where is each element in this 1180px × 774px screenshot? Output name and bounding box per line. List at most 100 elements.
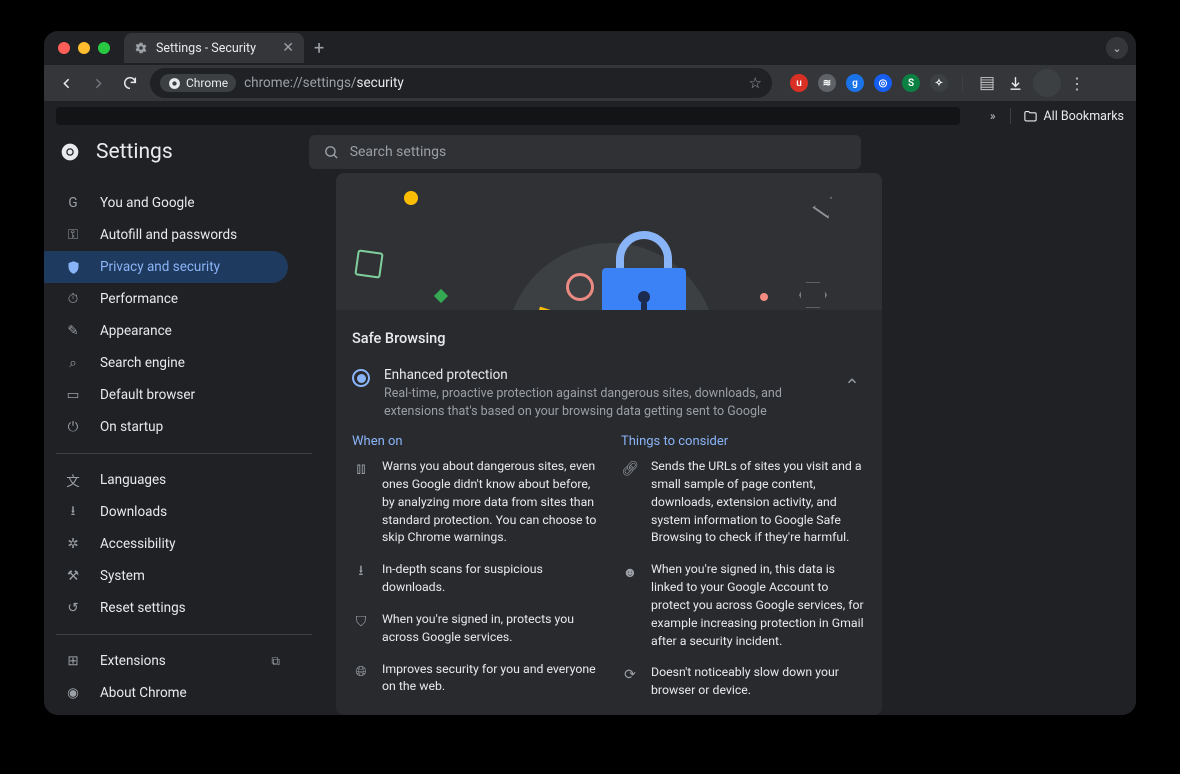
address-bar[interactable]: Chrome chrome://settings/security ☆: [150, 68, 772, 98]
feature-columns: When on ⫾⫾Warns you about dangerous site…: [336, 434, 882, 715]
new-tab-button[interactable]: +: [314, 38, 324, 59]
sidebar-separator: [56, 453, 312, 454]
speedometer-icon: ⏱: [64, 290, 82, 308]
browser-window: Settings - Security ✕ + ⌄ Chrome chrome:…: [44, 31, 1136, 715]
menu-button[interactable]: ⋮: [1069, 74, 1085, 93]
chart-icon: ⫾⫾: [352, 460, 370, 478]
sidebar-item-privacy-security[interactable]: Privacy and security: [44, 251, 288, 283]
user-icon: G: [64, 194, 82, 212]
downloads-icon[interactable]: [1005, 73, 1025, 93]
sidebar-item-appearance[interactable]: ✎Appearance: [44, 315, 288, 347]
search-icon: [323, 144, 340, 161]
enhanced-protection-option[interactable]: Enhanced protection Real-time, proactive…: [336, 357, 882, 434]
extension-icon-2[interactable]: ≋: [818, 74, 836, 92]
tab-search-button[interactable]: ⌄: [1106, 37, 1128, 59]
sidebar-item-you-and-google[interactable]: GYou and Google: [44, 187, 288, 219]
globe-icon: 🌐︎: [352, 663, 370, 681]
browser-tab[interactable]: Settings - Security ✕: [124, 33, 304, 63]
feature-item: ⛉When you're signed in, protects you acr…: [352, 612, 597, 648]
chrome-icon: ◉: [64, 684, 82, 702]
speed-icon: ⟳: [621, 666, 639, 684]
security-panel: Safe Browsing Enhanced protection Real-t…: [336, 173, 882, 715]
search-settings-input[interactable]: Search settings: [309, 135, 861, 169]
window-controls: [58, 42, 110, 54]
shield-icon: ⛉: [352, 613, 370, 631]
close-window-button[interactable]: [58, 42, 70, 54]
shield-icon: [64, 258, 82, 276]
gear-icon: [134, 41, 148, 55]
tab-title: Settings - Security: [156, 41, 256, 56]
power-icon: ⏻: [64, 418, 82, 436]
sidebar-item-about[interactable]: ◉About Chrome: [44, 677, 288, 709]
feature-item: 🔗︎Sends the URLs of sites you visit and …: [621, 459, 866, 548]
radio-enhanced[interactable]: [352, 369, 370, 387]
separator: [962, 74, 963, 92]
extension-icon: ⊞: [64, 652, 82, 670]
column-heading: When on: [352, 434, 597, 449]
download-icon: ⭳: [64, 503, 82, 521]
when-on-column: When on ⫾⫾Warns you about dangerous site…: [352, 434, 597, 715]
feature-item: ⟳Doesn't noticeably slow down your brows…: [621, 665, 866, 701]
things-to-consider-column: Things to consider 🔗︎Sends the URLs of s…: [621, 434, 866, 715]
settings-header: Settings Search settings: [44, 131, 1136, 173]
browser-toolbar: Chrome chrome://settings/security ☆ u ≋ …: [44, 65, 1136, 101]
sidebar-separator: [56, 634, 312, 635]
reading-list-icon[interactable]: ▤: [977, 73, 997, 93]
folder-icon: [1023, 109, 1038, 124]
sidebar-item-accessibility[interactable]: ✲Accessibility: [44, 528, 288, 560]
system-icon: ⚒: [64, 567, 82, 585]
sidebar-item-extensions[interactable]: ⊞Extensions⧉: [44, 645, 288, 677]
reset-icon: ↺: [64, 599, 82, 617]
extension-icon-4[interactable]: ◎: [874, 74, 892, 92]
feature-item: 🌐︎Improves security for you and everyone…: [352, 662, 597, 698]
minimize-window-button[interactable]: [78, 42, 90, 54]
site-chip[interactable]: Chrome: [160, 74, 236, 92]
bookmarks-overflow-icon[interactable]: »: [990, 109, 996, 123]
bookmarks-area[interactable]: [56, 107, 960, 125]
translate-icon: 文: [64, 471, 82, 489]
account-icon: ☻: [621, 563, 639, 581]
tab-strip: Settings - Security ✕ + ⌄: [44, 31, 1136, 65]
search-icon: ⌕: [64, 354, 82, 372]
reload-button[interactable]: [118, 71, 142, 95]
settings-sidebar: GYou and Google ⚿Autofill and passwords …: [44, 173, 336, 715]
extension-icon-5[interactable]: S: [902, 74, 920, 92]
window-icon: ▭: [64, 386, 82, 404]
sidebar-item-search-engine[interactable]: ⌕Search engine: [44, 347, 288, 379]
all-bookmarks-label: All Bookmarks: [1044, 109, 1125, 124]
all-bookmarks-button[interactable]: All Bookmarks: [1023, 109, 1125, 124]
separator: [1010, 108, 1011, 124]
column-heading: Things to consider: [621, 434, 866, 449]
bookmarks-bar: » All Bookmarks: [44, 101, 1136, 131]
accessibility-icon: ✲: [64, 535, 82, 553]
extension-icon-3[interactable]: g: [846, 74, 864, 92]
puzzle-icon[interactable]: ✧: [930, 74, 948, 92]
option-description: Real-time, proactive protection against …: [384, 385, 804, 420]
sidebar-item-default-browser[interactable]: ▭Default browser: [44, 379, 288, 411]
sidebar-item-autofill[interactable]: ⚿Autofill and passwords: [44, 219, 288, 251]
sidebar-item-system[interactable]: ⚒System: [44, 560, 288, 592]
chevron-up-icon: [845, 374, 859, 388]
feature-item: ☻When you're signed in, this data is lin…: [621, 562, 866, 651]
bookmark-star-icon[interactable]: ☆: [749, 74, 762, 92]
sidebar-item-languages[interactable]: 文Languages: [44, 464, 288, 496]
download-icon: ⭳: [352, 563, 370, 581]
section-title: Safe Browsing: [336, 310, 882, 357]
collapse-button[interactable]: [838, 367, 866, 395]
feature-item: ⫾⫾Warns you about dangerous sites, even …: [352, 459, 597, 548]
profile-avatar[interactable]: [1033, 69, 1061, 97]
page-title: Settings: [96, 140, 173, 164]
sidebar-item-reset[interactable]: ↺Reset settings: [44, 592, 288, 624]
extension-icon-1[interactable]: u: [790, 74, 808, 92]
close-tab-icon[interactable]: ✕: [282, 40, 294, 56]
external-link-icon: ⧉: [271, 654, 280, 669]
back-button[interactable]: [54, 71, 78, 95]
maximize-window-button[interactable]: [98, 42, 110, 54]
page-content: Settings Search settings GYou and Google…: [44, 131, 1136, 715]
sidebar-item-downloads[interactable]: ⭳Downloads: [44, 496, 288, 528]
paint-icon: ✎: [64, 322, 82, 340]
hero-illustration: [336, 173, 882, 310]
sidebar-item-on-startup[interactable]: ⏻On startup: [44, 411, 288, 443]
sidebar-item-performance[interactable]: ⏱Performance: [44, 283, 288, 315]
forward-button[interactable]: [86, 71, 110, 95]
